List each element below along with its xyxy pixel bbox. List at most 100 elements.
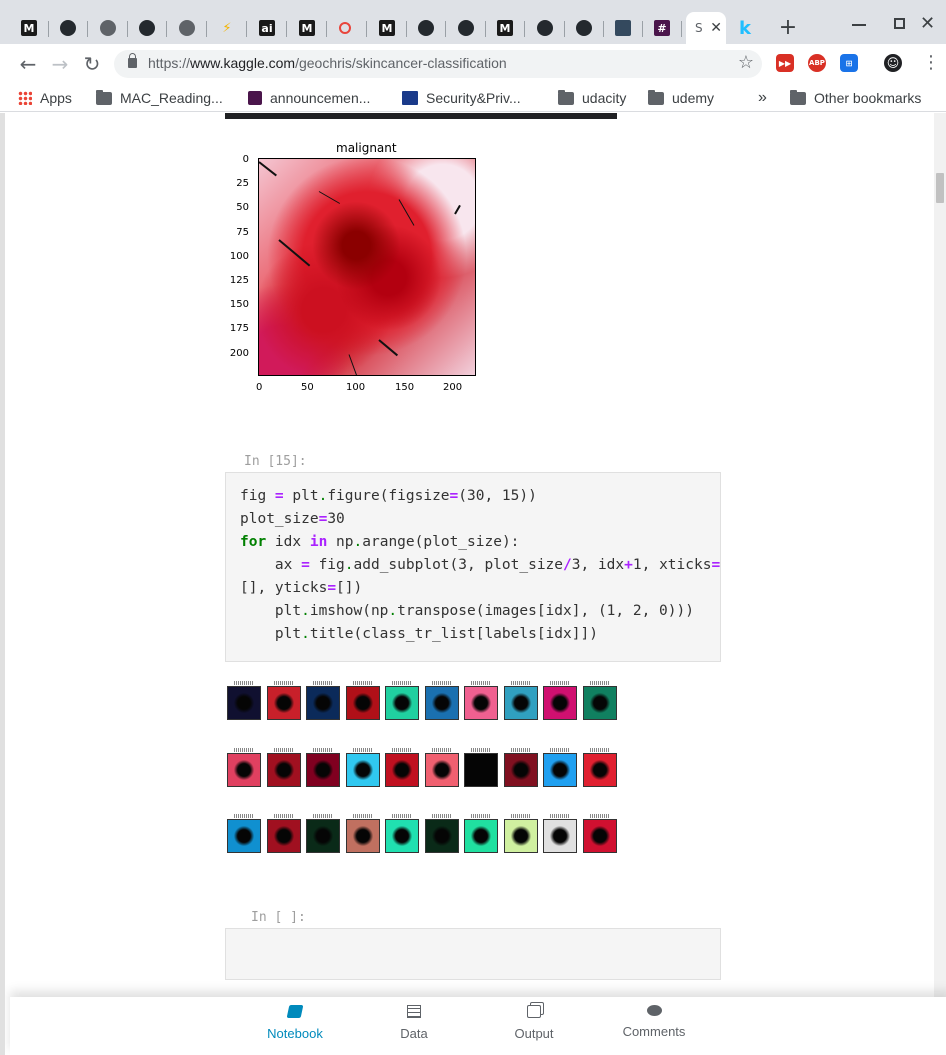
vertical-scrollbar[interactable]: [934, 113, 946, 997]
hair-strand: [278, 239, 311, 267]
tab-output[interactable]: Output: [489, 1005, 579, 1041]
browser-tab[interactable]: M: [486, 12, 525, 44]
empty-code-cell[interactable]: [225, 928, 721, 980]
browser-toolbar: ← → ↻ https://www.kaggle.com/geochris/sk…: [0, 44, 946, 84]
bookmark-label: MAC_Reading...: [120, 90, 223, 106]
thumb-title: [313, 814, 333, 818]
thumb-title: [471, 681, 491, 685]
tab-label: Notebook: [267, 1026, 323, 1041]
url-text[interactable]: https://www.kaggle.com/geochris/skincanc…: [148, 55, 507, 71]
browser-tab[interactable]: ⚡: [208, 12, 247, 44]
reload-button[interactable]: ↻: [80, 52, 104, 76]
new-tab-button[interactable]: +: [776, 16, 800, 40]
notebook-viewport: malignant 0 25 50 75 100 125 150 175 200 0 50 100 1…: [0, 113, 946, 1055]
thumb-title: [352, 814, 373, 818]
browser-menu-icon[interactable]: ⋮: [922, 52, 940, 73]
browser-tab[interactable]: [128, 12, 167, 44]
thumb-title: [510, 814, 531, 818]
browser-tab[interactable]: [328, 12, 367, 44]
bookmark-other[interactable]: Other bookmarks: [790, 88, 921, 108]
browser-tab[interactable]: [526, 12, 565, 44]
lesion-thumbnail: [543, 819, 577, 853]
y-tick-label: 125: [229, 275, 249, 286]
bookmark-mac-reading[interactable]: MAC_Reading...: [96, 88, 223, 108]
tab-comments[interactable]: Comments: [609, 1005, 699, 1039]
code-cell[interactable]: fig = plt.figure(figsize=(30, 15)) plot_…: [225, 472, 721, 662]
maximize-window-button[interactable]: [894, 18, 905, 29]
lesion-thumbnail: [227, 686, 261, 720]
translate-icon[interactable]: ⊞: [840, 54, 858, 72]
code-line: plt.title(class_tr_list[labels[idx]]): [240, 626, 598, 642]
active-browser-tab[interactable]: S ✕: [686, 12, 726, 44]
lesion-thumbnail: [385, 753, 419, 787]
thumb-title: [510, 681, 531, 685]
scrollbar-thumb[interactable]: [936, 173, 944, 203]
bookmark-security-privacy[interactable]: Security&Priv...: [402, 88, 521, 108]
x-tick-label: 200: [443, 382, 463, 393]
close-window-button[interactable]: ✕: [920, 13, 935, 34]
browser-tab[interactable]: [168, 12, 207, 44]
ai-icon: ai: [259, 20, 275, 36]
red-fast-forward-icon[interactable]: ▶▶: [776, 54, 794, 72]
browser-tab[interactable]: M: [368, 12, 407, 44]
folder-icon: [648, 89, 664, 105]
slack-icon: #: [654, 20, 670, 36]
lesion-thumbnail: [266, 686, 301, 720]
lesion-thumbnail: [582, 819, 617, 853]
lesion-thumbnail: [385, 686, 419, 720]
browser-tab[interactable]: #: [643, 12, 682, 44]
data-table-icon: [407, 1005, 421, 1018]
github-icon: [537, 20, 553, 36]
browser-tab[interactable]: M: [10, 12, 49, 44]
kaggle-icon: k: [739, 17, 751, 39]
browser-tab-kaggle[interactable]: k: [728, 12, 751, 44]
medium-icon: M: [379, 20, 395, 36]
browser-tab[interactable]: [565, 12, 604, 44]
tab-data[interactable]: Data: [369, 1005, 459, 1041]
lesion-image: [258, 158, 476, 376]
browser-tab[interactable]: [89, 12, 128, 44]
thumb-title: [273, 814, 294, 818]
thumb-title: [550, 748, 570, 752]
avatar-icon[interactable]: ☺: [884, 54, 902, 72]
browser-tab[interactable]: [604, 12, 643, 44]
bookmark-announcements[interactable]: announcemen...: [248, 88, 370, 108]
tab-separator: [326, 21, 327, 37]
thumb-title: [273, 748, 294, 752]
thumb-title: [589, 814, 610, 818]
tab-notebook[interactable]: Notebook: [250, 1005, 340, 1041]
address-bar[interactable]: https://www.kaggle.com/geochris/skincanc…: [114, 50, 762, 78]
lesion-thumbnail: [424, 753, 459, 787]
lesion-thumbnail: [424, 686, 459, 720]
browser-tab[interactable]: M: [288, 12, 327, 44]
back-button[interactable]: ←: [16, 52, 40, 76]
active-tab-label: S: [695, 21, 703, 35]
tab-separator: [246, 21, 247, 37]
lesion-thumbnail: [582, 753, 617, 787]
thumb-title: [392, 681, 412, 685]
close-tab-icon[interactable]: ✕: [710, 20, 722, 36]
thumb-title: [352, 748, 373, 752]
notebook-icon: [286, 1005, 304, 1018]
forward-button[interactable]: →: [48, 52, 72, 76]
browser-tab[interactable]: [407, 12, 446, 44]
minimize-window-button[interactable]: [852, 24, 866, 26]
adblock-plus-icon[interactable]: ABP: [808, 54, 826, 72]
lesion-thumbnail: [266, 819, 301, 853]
bookmarks-overflow-button[interactable]: »: [758, 88, 767, 108]
lesion-thumbnail: [227, 753, 261, 787]
hair-strand: [318, 191, 341, 204]
browser-tab[interactable]: ai: [248, 12, 287, 44]
y-tick-label: 200: [229, 347, 249, 359]
bookmark-udacity[interactable]: udacity: [558, 88, 626, 108]
bookmark-udemy[interactable]: udemy: [648, 88, 714, 108]
slack-icon: [248, 91, 262, 105]
medium-icon: M: [497, 20, 513, 36]
code-line: [], yticks=[]): [240, 580, 363, 596]
thumb-title: [392, 748, 412, 752]
bookmark-star-icon[interactable]: ☆: [738, 52, 754, 73]
thumb-title: [510, 748, 531, 752]
browser-tab[interactable]: [49, 12, 88, 44]
bookmark-apps[interactable]: Apps: [18, 88, 72, 108]
browser-tab[interactable]: [447, 12, 486, 44]
